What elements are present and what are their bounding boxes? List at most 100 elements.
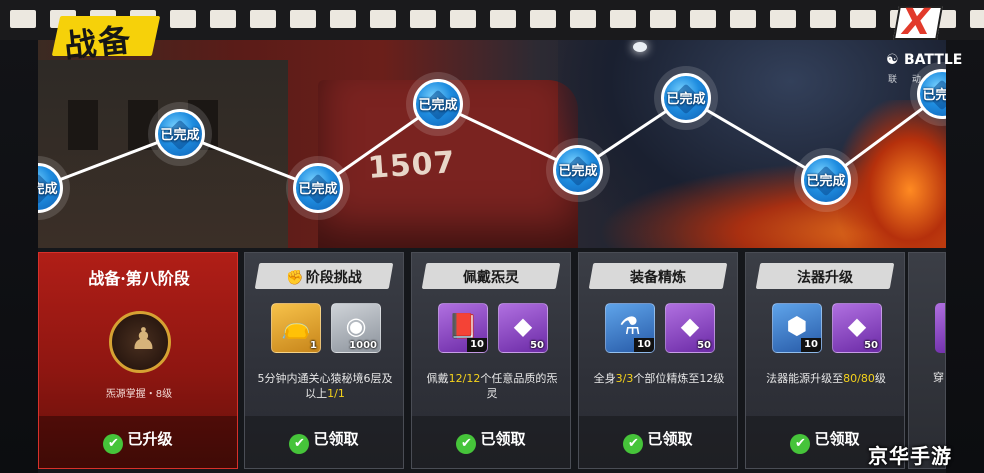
- film-hole: [410, 10, 436, 28]
- film-hole: [330, 10, 356, 28]
- stage-node[interactable]: 已完成: [406, 72, 470, 136]
- film-hole: [290, 10, 316, 28]
- stage-node[interactable]: 已完成: [148, 102, 212, 166]
- claim-status-label: 已领取: [313, 430, 359, 448]
- reward-item[interactable]: ◆ 50: [665, 303, 715, 353]
- treasure-bag-icon: 👝: [281, 312, 311, 340]
- stage-emblem: ♟: [109, 311, 171, 373]
- reward-quantity: 10: [634, 338, 654, 352]
- task-card-title: 装备精炼: [579, 267, 737, 287]
- task-description: 佩戴12/12个任意品质的炁灵: [422, 371, 562, 401]
- task-card-title-label: 佩戴炁灵: [463, 270, 519, 286]
- claim-status-label: 已领取: [647, 430, 693, 448]
- film-hole: [850, 10, 876, 28]
- task-card-title: 法器升级: [746, 267, 904, 287]
- task-progress-value: 12/12: [448, 372, 481, 385]
- stage-node[interactable]: 已完成: [286, 156, 350, 220]
- reward-item[interactable]: ⚗ 10: [605, 303, 655, 353]
- check-icon: ✔: [623, 434, 644, 454]
- film-hole: [10, 10, 36, 28]
- page-title: 战备: [62, 20, 135, 66]
- task-card-title: ✊ 阶段挑战: [245, 267, 403, 287]
- film-hole: [570, 10, 596, 28]
- cube-icon: ⬢: [786, 312, 808, 340]
- task-description-text: 个部位精炼至12级: [633, 372, 725, 385]
- task-description-text: 全身: [593, 372, 616, 385]
- task-description: 全身3/3个部位精炼至12级: [589, 371, 729, 386]
- stage-title: 战备·第八阶段: [88, 269, 190, 288]
- reward-quantity: 10: [801, 338, 821, 352]
- reward-quantity: 50: [530, 340, 544, 351]
- task-card[interactable]: ✊ 阶段挑战 👝 1 ◉ 1000 5分钟内通关心猿秘境6层及以上1/1 ✔ 已领取: [244, 252, 404, 469]
- film-hole: [250, 10, 276, 28]
- stage-node-label: 已完成: [298, 182, 338, 197]
- right-edge: [946, 40, 984, 473]
- claim-status: ✔ 已领取: [579, 428, 737, 454]
- stage-node-label: 已完成: [558, 164, 598, 179]
- task-description-text: 法器能源升级至: [766, 372, 844, 385]
- film-hole: [450, 10, 476, 28]
- film-hole: [730, 10, 756, 28]
- film-hole: [650, 10, 676, 28]
- claim-status-label: 已领取: [480, 430, 526, 448]
- emblem-caption: 炁源掌握・8级: [105, 389, 173, 400]
- moon-icon: [633, 42, 647, 52]
- film-hole: [810, 10, 836, 28]
- stage-node-label: 已完成: [666, 92, 706, 107]
- task-card[interactable]: 装备精炼 ⚗ 10 ◆ 50 全身3/3个部位精炼至12级 ✔ 已领取: [578, 252, 738, 469]
- yin-yang-icon: ☯: [886, 52, 899, 68]
- close-button[interactable]: X: [893, 2, 944, 43]
- task-progress-value: 3/3: [615, 372, 634, 385]
- film-hole: [970, 10, 984, 28]
- film-hole: [690, 10, 716, 28]
- stage-node-label: 已完成: [806, 174, 846, 189]
- film-hole: [610, 10, 636, 28]
- stage-node-label: 已完成: [418, 98, 458, 113]
- reward-item[interactable]: ◆ 50: [498, 303, 548, 353]
- task-description-text: 佩戴: [426, 372, 449, 385]
- reward-item[interactable]: ◆ 50: [832, 303, 882, 353]
- reward-item[interactable]: ◉ 1000: [331, 303, 381, 353]
- partial-card-text: 穿: [933, 371, 944, 384]
- stage-node[interactable]: 已完成: [654, 66, 718, 130]
- film-hole: [370, 10, 396, 28]
- task-card[interactable]: 佩戴炁灵 📕 10 ◆ 50 佩戴12/12个任意品质的炁灵 ✔ 已领取: [411, 252, 571, 469]
- stage-node[interactable]: 已完成: [546, 138, 610, 202]
- reward-card-row: 战备·第八阶段 ♟ 炁源掌握・8级 ✔ 已升级 ✊ 阶段挑战 👝 1 ◉ 1000 5分钟内通…: [38, 248, 946, 473]
- task-description-text: 级: [874, 372, 886, 385]
- reward-quantity: 10: [467, 338, 487, 352]
- task-card-title-label: 法器升级: [797, 270, 853, 286]
- claim-status: ✔ 已领取: [245, 428, 403, 454]
- task-progress-value: 80/80: [843, 372, 875, 385]
- check-icon: ✔: [103, 434, 124, 454]
- reward-item[interactable]: 👝 1: [271, 303, 321, 353]
- task-card-title-label: 装备精炼: [630, 270, 686, 286]
- film-hole: [530, 10, 556, 28]
- stage-status-label: 已升级: [127, 430, 173, 448]
- reward-quantity: 1: [310, 340, 317, 351]
- stage-status: ✔ 已升级: [39, 428, 237, 454]
- film-hole: [770, 10, 796, 28]
- check-icon: ✔: [456, 434, 477, 454]
- fist-icon: ✊: [286, 270, 304, 286]
- claim-status: ✔ 已领取: [412, 428, 570, 454]
- left-edge: [0, 40, 38, 473]
- task-card-title: 佩戴炁灵: [412, 267, 570, 287]
- blue-crystal-icon: ◆: [513, 312, 533, 340]
- reward-item[interactable]: 📕 10: [438, 303, 488, 353]
- claim-status-label: 已领取: [814, 430, 860, 448]
- film-hole: [490, 10, 516, 28]
- watermark: 京华手游: [868, 444, 952, 468]
- reward-item[interactable]: ⬢ 10: [772, 303, 822, 353]
- reward-item: [935, 303, 945, 353]
- partial-task-card[interactable]: 穿: [908, 252, 946, 469]
- film-hole: [170, 10, 196, 28]
- task-progress-value: 1/1: [327, 387, 345, 400]
- blue-crystal-icon: ◆: [847, 312, 867, 340]
- page-title-plate: 战备: [50, 6, 161, 65]
- stage-node[interactable]: 已完成: [794, 148, 858, 212]
- task-card[interactable]: 法器升级 ⬢ 10 ◆ 50 法器能源升级至80/80级 ✔ 已领取: [745, 252, 905, 469]
- reward-quantity: 50: [697, 340, 711, 351]
- task-description: 5分钟内通关心猿秘境6层及以上1/1: [255, 371, 395, 401]
- check-icon: ✔: [790, 434, 811, 454]
